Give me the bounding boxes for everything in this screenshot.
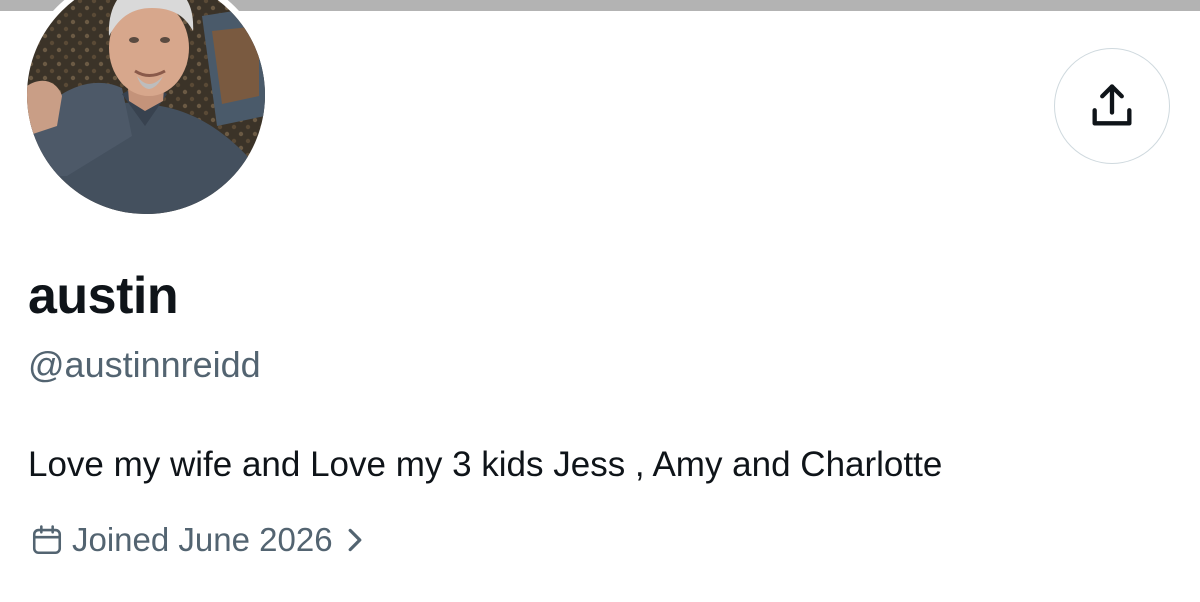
profile-bio: Love my wife and Love my 3 kids Jess , A… — [28, 445, 943, 484]
chevron-right-icon — [345, 525, 365, 555]
profile-page: austin @austinnreidd Love my wife and Lo… — [0, 0, 1200, 602]
joined-date-row[interactable]: Joined June 2026 — [28, 517, 365, 563]
user-handle: @austinnreidd — [28, 344, 261, 385]
calendar-icon — [28, 521, 66, 559]
joined-date: Joined June 2026 — [72, 521, 333, 558]
share-upload-icon — [1092, 84, 1132, 126]
share-button[interactable] — [1054, 48, 1170, 164]
display-name: austin — [28, 267, 179, 325]
